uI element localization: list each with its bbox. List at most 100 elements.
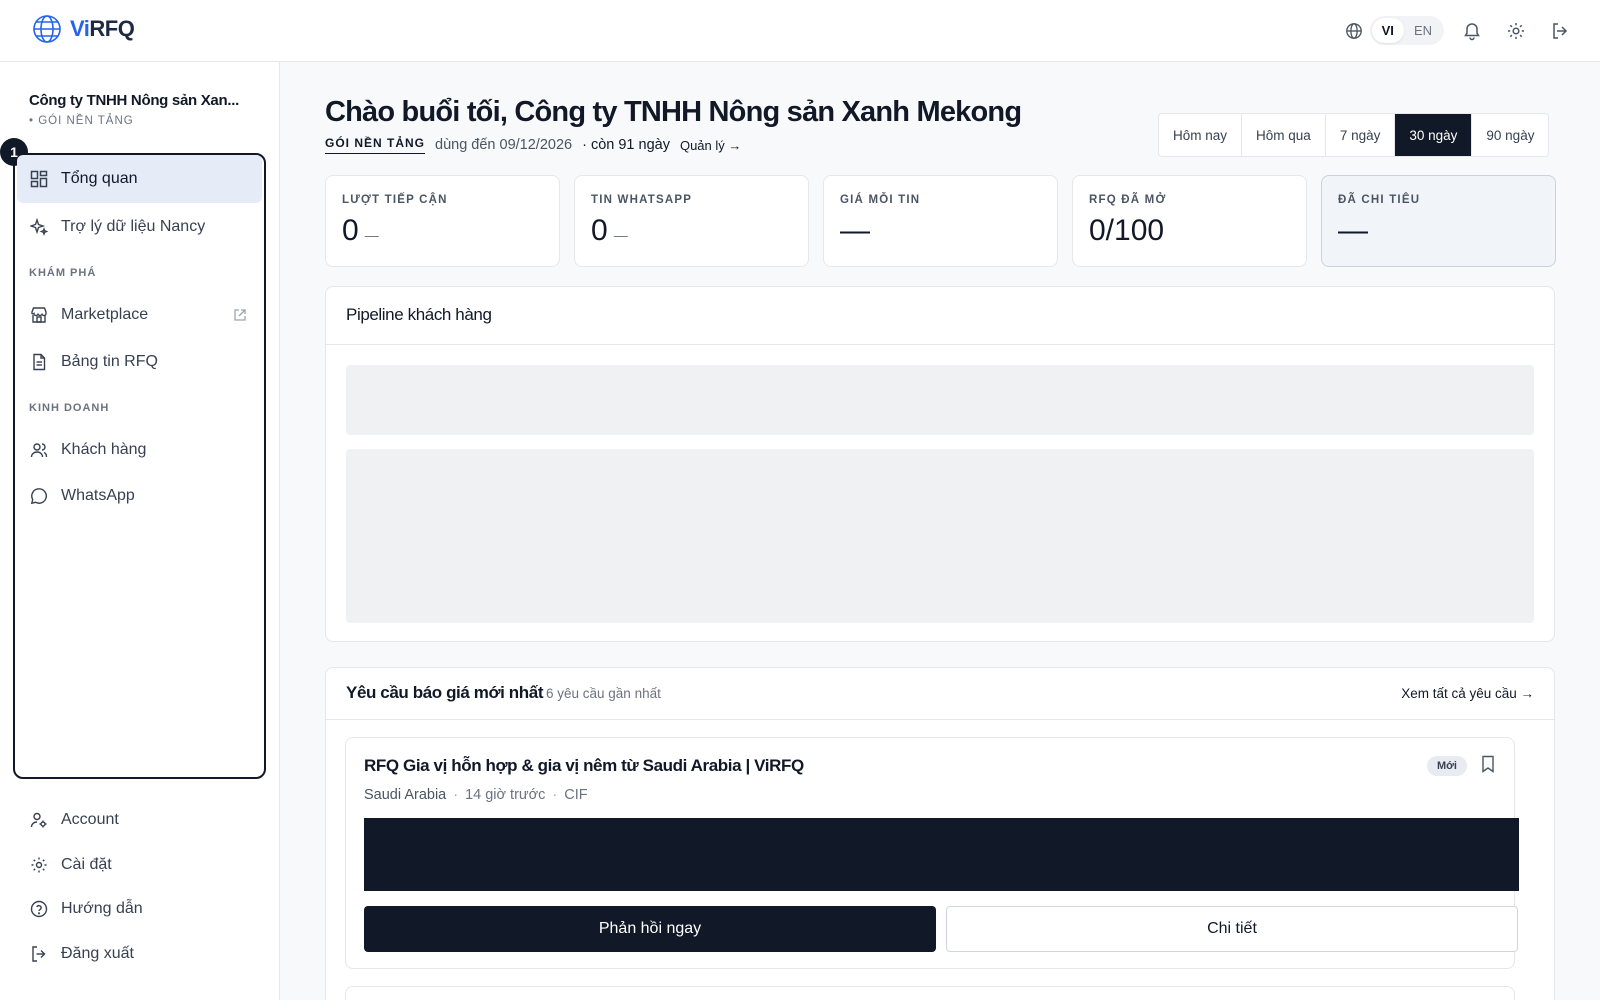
help-circle-icon — [29, 899, 49, 919]
lang-vi-button[interactable]: VI — [1371, 18, 1404, 43]
kpi-label: RFQ ĐÃ MỞ — [1089, 194, 1167, 206]
pipeline-title: Pipeline khách hàng — [346, 305, 492, 324]
pipeline-card: Pipeline khách hàng — [325, 286, 1555, 642]
sidebar-item-customers[interactable]: Khách hàng — [17, 426, 262, 474]
top-actions: VI EN — [1344, 16, 1570, 45]
sidebar-item-label: Marketplace — [61, 306, 149, 323]
chat-bubble-icon — [29, 486, 49, 506]
external-link-icon — [230, 305, 250, 325]
reply-now-button[interactable]: Phản hồi ngay — [364, 906, 936, 952]
meta-separator: · — [552, 787, 558, 803]
plan-valid-until: dùng đến 09/12/2026 — [435, 137, 573, 153]
company-plan: • GÓI NỀN TẢNG — [29, 115, 134, 127]
kpi-value: 0— — [342, 214, 379, 247]
date-range-selector: Hôm nay Hôm qua 7 ngày 30 ngày 90 ngày — [1158, 113, 1550, 157]
rfq-latest-card: Yêu cầu báo giá mới nhất 6 yêu cầu gần n… — [325, 667, 1555, 1000]
document-icon — [29, 352, 49, 372]
store-icon — [29, 305, 49, 325]
sidebar-item-label: Khách hàng — [61, 441, 147, 458]
top-bar: ViRFQ VI EN — [0, 0, 1600, 62]
kpi-trend: — — [364, 227, 379, 243]
gear-icon[interactable] — [1506, 21, 1526, 41]
user-gear-icon — [29, 810, 49, 830]
logout-icon[interactable] — [1550, 21, 1570, 41]
language-toggle: VI EN — [1369, 16, 1444, 45]
globe-logo-icon — [32, 14, 62, 44]
lang-en-button[interactable]: EN — [1404, 18, 1442, 43]
globe-icon — [1344, 21, 1364, 41]
plan-subline: GÓI NỀN TẢNG dùng đến 09/12/2026 · còn 9… — [325, 136, 741, 154]
kpi-value: 0/100 — [1089, 214, 1165, 247]
company-info: Công ty TNHH Nông sản Xan... • GÓI NỀN T… — [29, 92, 259, 127]
page-title: Chào buổi tối, Công ty TNHH Nông sản Xan… — [325, 96, 1022, 128]
logout-icon — [29, 944, 49, 964]
section-business: KINH DOANH — [29, 402, 110, 414]
loading-skeleton — [346, 449, 1534, 623]
app-logo[interactable]: ViRFQ — [32, 14, 135, 44]
rfq-content-block — [364, 818, 1519, 891]
range-30d-button[interactable]: 30 ngày — [1395, 114, 1473, 156]
sidebar-item-label: Đăng xuất — [61, 945, 134, 962]
main-content: Chào buổi tối, Công ty TNHH Nông sản Xan… — [280, 62, 1600, 1000]
users-icon — [29, 440, 49, 460]
kpi-label: GIÁ MỖI TIN — [840, 194, 921, 206]
view-all-rfq-link[interactable]: Xem tất cả yêu cầu → — [1401, 686, 1534, 701]
kpi-card-spent: ĐÃ CHI TIÊU — — [1321, 175, 1556, 267]
sidebar-item-label: WhatsApp — [61, 487, 135, 504]
manage-plan-link[interactable]: Quản lý → — [680, 138, 741, 153]
kpi-value: — — [1338, 214, 1368, 247]
sidebar-item-whatsapp[interactable]: WhatsApp — [17, 472, 262, 520]
kpi-card-whatsapp: TIN WHATSAPP 0— — [574, 175, 809, 267]
pipeline-header: Pipeline khách hàng — [326, 287, 1554, 345]
detail-button[interactable]: Chi tiết — [946, 906, 1518, 952]
section-explore: KHÁM PHÁ — [29, 267, 97, 279]
sidebar-item-settings[interactable]: Cài đặt — [17, 841, 262, 889]
new-badge: Mới — [1426, 756, 1467, 776]
dashboard-icon — [29, 169, 49, 189]
rfq-list-item — [345, 986, 1515, 1000]
rfq-section-subtitle: 6 yêu cầu gần nhất — [546, 686, 661, 701]
sidebar-item-rfq-board[interactable]: Bảng tin RFQ — [17, 338, 262, 386]
sidebar-item-label: Hướng dẫn — [61, 900, 143, 917]
sidebar-item-account[interactable]: Account — [17, 796, 262, 844]
sidebar-item-label: Cài đặt — [61, 856, 112, 873]
bookmark-icon[interactable] — [1478, 754, 1498, 774]
plan-days-left: · còn 91 ngày — [582, 137, 670, 153]
rfq-list-item[interactable]: RFQ Gia vị hỗn hợp & gia vị nêm từ Saudi… — [345, 737, 1519, 969]
gear-icon — [29, 855, 49, 875]
kpi-card-rfq-opened: RFQ ĐÃ MỞ 0/100 — [1072, 175, 1307, 267]
kpi-label: LƯỢT TIẾP CẬN — [342, 194, 448, 206]
bell-icon[interactable] — [1462, 21, 1482, 41]
kpi-label: ĐÃ CHI TIÊU — [1338, 194, 1421, 206]
range-90d-button[interactable]: 90 ngày — [1472, 114, 1548, 156]
kpi-value: 0— — [591, 214, 628, 247]
kpi-card-cost-per-message: GIÁ MỖI TIN — — [823, 175, 1058, 267]
sidebar-item-overview[interactable]: Tổng quan — [17, 155, 262, 203]
range-yesterday-button[interactable]: Hôm qua — [1242, 114, 1326, 156]
meta-separator: · — [453, 787, 459, 803]
loading-skeleton — [346, 365, 1534, 435]
sparkles-icon — [29, 217, 49, 237]
sidebar-item-label: Tổng quan — [61, 170, 138, 187]
rfq-item-meta: Saudi Arabia · 14 giờ trước · CIF — [364, 787, 588, 803]
sidebar-item-label: Bảng tin RFQ — [61, 353, 158, 370]
plan-tag: GÓI NỀN TẢNG — [325, 136, 426, 154]
rfq-header: Yêu cầu báo giá mới nhất 6 yêu cầu gần n… — [326, 668, 1554, 720]
sidebar: Công ty TNHH Nông sản Xan... • GÓI NỀN T… — [0, 62, 280, 1000]
logo-text: ViRFQ — [70, 16, 135, 41]
sidebar-item-label: Trợ lý dữ liệu Nancy — [61, 218, 206, 235]
sidebar-item-marketplace[interactable]: Marketplace — [17, 291, 262, 339]
kpi-label: TIN WHATSAPP — [591, 194, 693, 206]
rfq-time: 14 giờ trước — [465, 787, 546, 803]
range-7d-button[interactable]: 7 ngày — [1326, 114, 1396, 156]
sidebar-item-logout[interactable]: Đăng xuất — [17, 930, 262, 978]
rfq-incoterm: CIF — [564, 787, 588, 803]
sidebar-item-assistant[interactable]: Trợ lý dữ liệu Nancy — [17, 203, 262, 251]
kpi-value: — — [840, 214, 870, 247]
kpi-trend: — — [613, 227, 628, 243]
sidebar-item-help[interactable]: Hướng dẫn — [17, 885, 262, 933]
rfq-item-title[interactable]: RFQ Gia vị hỗn hợp & gia vị nêm từ Saudi… — [364, 756, 804, 776]
rfq-section-title: Yêu cầu báo giá mới nhất — [346, 683, 544, 702]
range-today-button[interactable]: Hôm nay — [1159, 114, 1243, 156]
company-name: Công ty TNHH Nông sản Xan... — [29, 92, 239, 109]
